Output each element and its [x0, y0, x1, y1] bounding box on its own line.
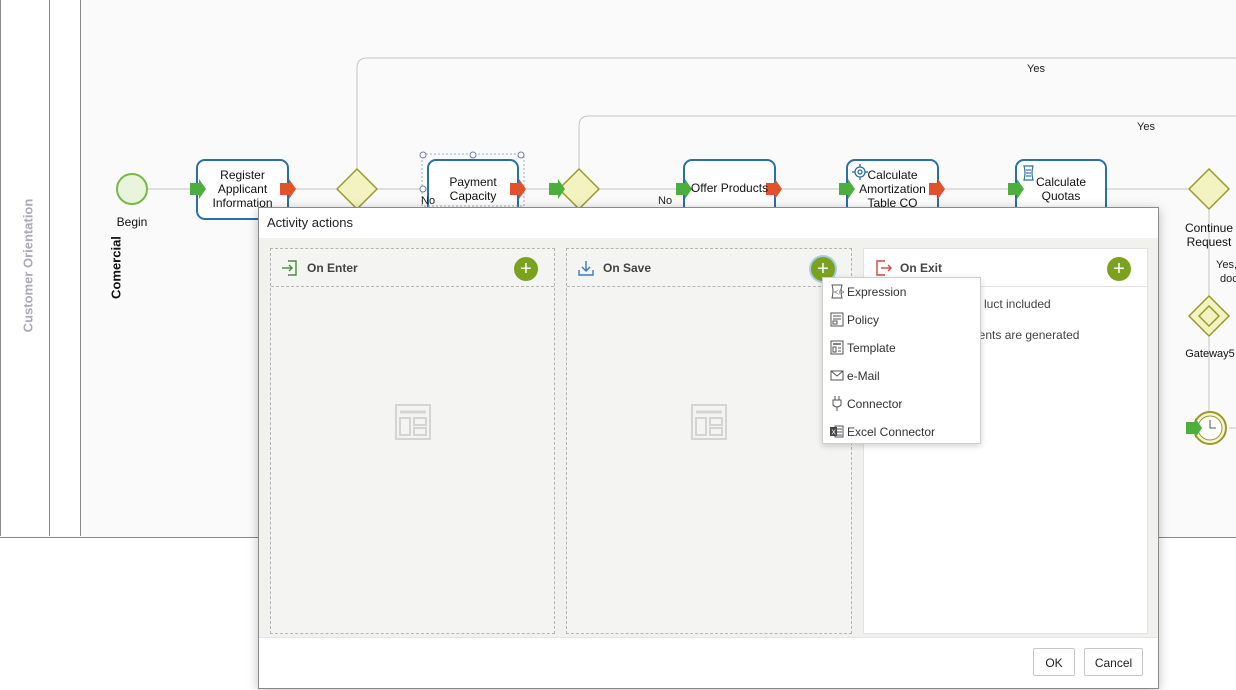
- connector-icon: [832, 396, 842, 411]
- flow-label-yes: Yes,: [1216, 259, 1236, 271]
- gateway-continue-request-label: Continue Request: [1180, 221, 1236, 249]
- gateway-label-line: Continue: [1184, 221, 1234, 235]
- on-exit-action-item[interactable]: nents are generated: [972, 328, 1079, 342]
- svg-text:X: X: [831, 429, 836, 437]
- start-event-label: Begin: [116, 215, 148, 229]
- menu-item-template[interactable]: Template: [823, 334, 980, 362]
- on-enter-title: On Enter: [307, 261, 358, 275]
- save-icon: [578, 261, 594, 276]
- task-label-line: Quotas: [1041, 189, 1081, 203]
- activity-actions-dialog: Activity actions On Enter + On Save + On…: [258, 207, 1159, 689]
- task-payment-capacity[interactable]: Payment Capacity: [428, 175, 518, 203]
- menu-item-email[interactable]: e-Mail: [823, 362, 980, 390]
- menu-item-label: Connector: [847, 397, 903, 411]
- start-event: [116, 173, 148, 205]
- task-label-line: Register: [220, 168, 265, 182]
- task-calculate-quotas[interactable]: Calculate Quotas: [1016, 175, 1106, 203]
- excel-icon: X: [830, 425, 844, 438]
- template-icon: [830, 340, 844, 355]
- on-exit-action-item[interactable]: luct included: [984, 297, 1051, 311]
- on-save-header: On Save +: [567, 249, 851, 287]
- menu-item-expression[interactable]: </> Expression: [823, 278, 980, 306]
- flow-label-doc: doc: [1220, 273, 1236, 285]
- menu-item-connector[interactable]: Connector: [823, 390, 980, 418]
- expression-icon: </>: [831, 284, 845, 299]
- flow-label-no: No: [421, 195, 436, 207]
- task-label-line: Capacity: [449, 189, 497, 203]
- enter-icon: [282, 260, 297, 276]
- on-enter-panel[interactable]: On Enter +: [270, 248, 555, 634]
- flow-label-yes: Yes: [1027, 63, 1045, 75]
- exit-icon: [876, 260, 892, 276]
- empty-form-icon: [394, 404, 431, 440]
- task-label-line: Amortization: [859, 182, 926, 196]
- menu-item-label: Excel Connector: [847, 425, 936, 439]
- add-on-enter-button[interactable]: +: [514, 257, 538, 281]
- dialog-title: Activity actions: [259, 208, 1158, 238]
- task-label-line: Calculate: [1035, 175, 1087, 189]
- task-label-line: Offer Products: [690, 181, 769, 195]
- menu-item-label: Expression: [847, 285, 907, 299]
- on-exit-title: On Exit: [900, 261, 943, 275]
- empty-form-icon: [691, 404, 727, 440]
- menu-item-excel-connector[interactable]: X Excel Connector: [823, 418, 980, 446]
- task-label-line: Calculate: [867, 168, 918, 182]
- add-on-exit-button[interactable]: +: [1107, 257, 1131, 281]
- flow-label-yes: Yes: [1137, 121, 1155, 133]
- svg-text:</>: </>: [834, 289, 845, 296]
- ok-button[interactable]: OK: [1033, 648, 1075, 676]
- on-enter-header: On Enter +: [271, 249, 554, 287]
- email-icon: [830, 370, 844, 381]
- policy-icon: [830, 312, 844, 327]
- task-offer-products[interactable]: Offer Products: [684, 181, 775, 195]
- menu-item-label: Template: [847, 341, 896, 355]
- flow-label-no: No: [658, 195, 673, 207]
- menu-item-label: e-Mail: [847, 369, 880, 383]
- cancel-button[interactable]: Cancel: [1084, 648, 1143, 676]
- task-register[interactable]: Register Applicant Information: [197, 168, 288, 210]
- on-save-panel[interactable]: On Save +: [566, 248, 852, 634]
- task-calculate-amortization[interactable]: Calculate Amortization Table CO: [847, 168, 938, 210]
- menu-item-label: Policy: [847, 313, 880, 327]
- gateway-label-line: Request: [1186, 235, 1232, 249]
- task-label-line: Payment: [449, 175, 497, 189]
- menu-item-policy[interactable]: Policy: [823, 306, 980, 334]
- add-action-menu: </> Expression Policy Template e-Mail Co…: [822, 277, 981, 444]
- dialog-footer: OK Cancel: [259, 637, 1158, 688]
- gateway5-label: Gateway5: [1185, 348, 1235, 360]
- on-save-title: On Save: [603, 261, 652, 275]
- task-label-line: Applicant: [217, 182, 268, 196]
